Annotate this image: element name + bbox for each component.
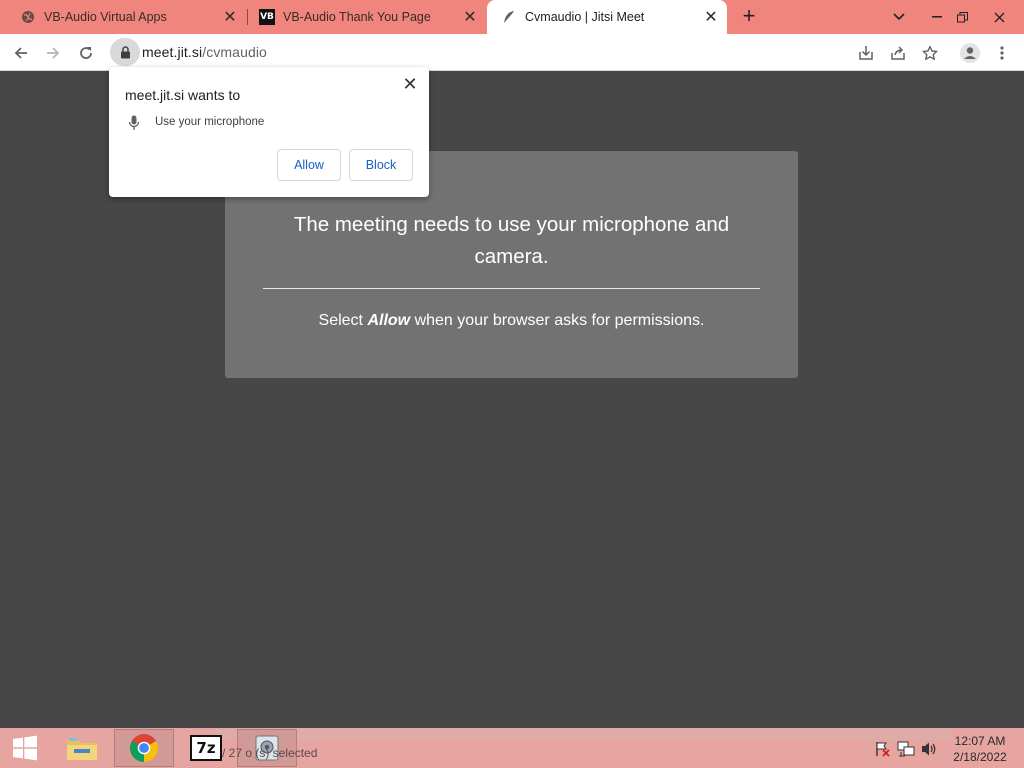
file-explorer-icon[interactable] [52, 729, 112, 767]
background-window-scrollbar [216, 728, 952, 740]
profile-avatar-icon[interactable] [957, 39, 983, 67]
back-icon[interactable] [7, 39, 35, 67]
close-tab-icon[interactable]: ✕ [220, 7, 240, 27]
tab-label: VB-Audio Thank You Page [283, 10, 431, 24]
seven-zip-logo-text: 7z [190, 735, 222, 761]
vb-audio-logo-text: VB [259, 9, 275, 25]
close-icon[interactable]: ✕ [399, 73, 421, 95]
jitsi-feather-icon [501, 9, 517, 25]
close-tab-icon[interactable]: ✕ [460, 7, 480, 27]
permission-title: meet.jit.si wants to [125, 87, 241, 103]
browser-toolbar: meet.jit.si/cvmaudio [0, 34, 1024, 71]
close-window-icon[interactable] [982, 0, 1016, 34]
permission-prompt: meet.jit.si wants to ✕ Use your micropho… [109, 67, 429, 197]
action-center-flag-icon[interactable] [873, 740, 891, 758]
permission-item-text: Use your microphone [155, 116, 265, 128]
overlay-divider [263, 288, 760, 289]
tab-vb-audio-thank-you[interactable]: VB VB-Audio Thank You Page ✕ [239, 0, 486, 34]
clock-time: 12:07 AM [954, 734, 1006, 748]
network-icon[interactable] [897, 740, 915, 758]
restore-icon[interactable] [946, 0, 978, 34]
chrome-taskbar-icon[interactable] [114, 729, 174, 767]
address-bar[interactable]: meet.jit.si/cvmaudio [110, 38, 848, 66]
url-host: meet.jit.si [142, 44, 203, 60]
instructions-allow-emphasis: Allow [367, 312, 411, 329]
reload-icon[interactable] [72, 39, 100, 67]
volume-icon[interactable] [920, 740, 938, 758]
instructions-suffix: when your browser asks for permissions. [410, 312, 705, 329]
overlay-instructions: Select Allow when your browser asks for … [245, 312, 778, 330]
microphone-icon [128, 115, 140, 131]
block-button[interactable]: Block [349, 149, 413, 181]
overlay-heading: The meeting needs to use your microphone… [293, 213, 730, 268]
tab-vb-audio-virtual-apps[interactable]: VB-Audio Virtual Apps ✕ [0, 0, 246, 34]
instructions-prefix: Select [318, 312, 368, 329]
close-tab-icon[interactable]: ✕ [701, 7, 721, 27]
tab-label: Cvmaudio | Jitsi Meet [525, 10, 645, 24]
share-icon[interactable] [885, 39, 911, 67]
clock-date: 2/18/2022 [953, 750, 1007, 764]
lock-icon[interactable] [110, 38, 140, 66]
tab-search-icon[interactable] [883, 0, 915, 34]
bookmark-star-icon[interactable] [917, 39, 943, 67]
allow-button[interactable]: Allow [277, 149, 341, 181]
background-status-text: / 27 o (s) selected [222, 746, 318, 760]
menu-kebab-icon[interactable] [989, 39, 1015, 67]
url-path: /cvmaudio [202, 44, 267, 60]
tab-label: VB-Audio Virtual Apps [44, 10, 167, 24]
tab-jitsi-meet[interactable]: Cvmaudio | Jitsi Meet ✕ [487, 0, 727, 34]
windows-start-icon[interactable] [0, 728, 50, 768]
vb-audio-icon: VB [259, 9, 275, 25]
system-clock[interactable]: 12:07 AM 2/18/2022 [946, 733, 1014, 765]
new-tab-button[interactable]: + [737, 5, 761, 29]
forward-icon[interactable] [39, 39, 67, 67]
url-text: meet.jit.si/cvmaudio [142, 44, 267, 60]
globe-icon [20, 9, 36, 25]
install-app-icon[interactable] [853, 39, 879, 67]
